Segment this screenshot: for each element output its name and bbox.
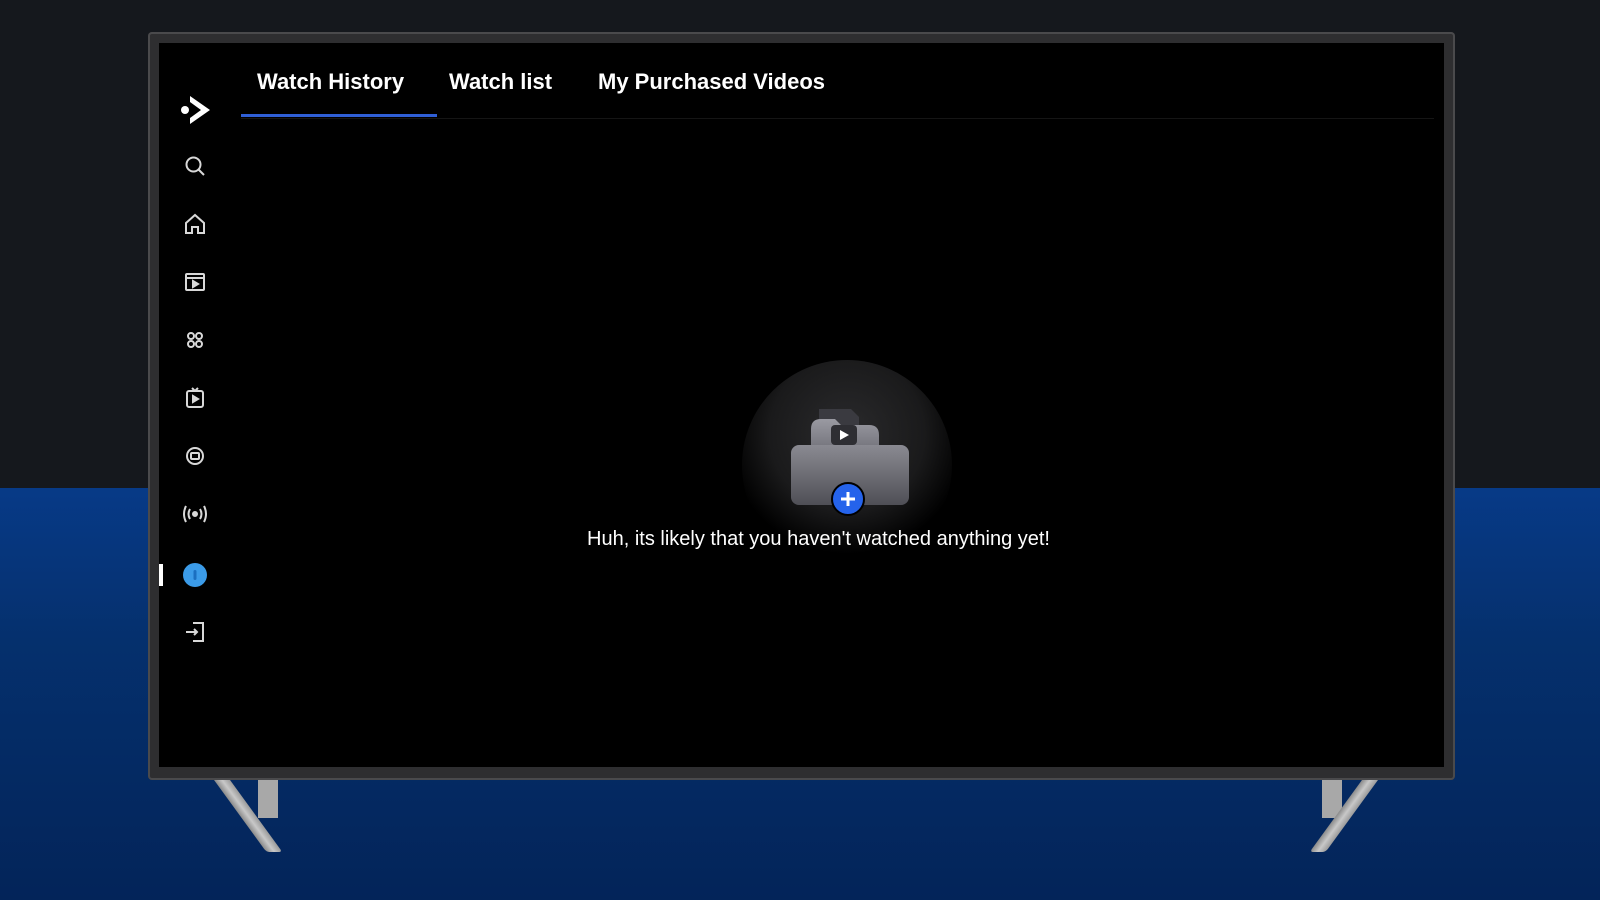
home-icon[interactable] xyxy=(181,210,209,238)
categories-icon[interactable] xyxy=(181,326,209,354)
search-icon[interactable] xyxy=(181,152,209,180)
empty-state-message: Huh, its likely that you haven't watched… xyxy=(587,528,1050,550)
tv-stand-left-mount xyxy=(258,778,278,818)
tab-watch-list[interactable]: Watch list xyxy=(449,69,552,95)
active-nav-indicator xyxy=(159,564,163,586)
shows-icon[interactable] xyxy=(181,384,209,412)
play-logo-icon[interactable] xyxy=(176,90,216,130)
tv-stand-right-leg xyxy=(1309,774,1383,852)
login-icon[interactable] xyxy=(181,618,209,646)
tv-frame: Watch History Watch list My Purchased Vi… xyxy=(148,32,1455,780)
tab-watch-history[interactable]: Watch History xyxy=(257,69,404,95)
sidebar-nav xyxy=(159,43,229,767)
profile-icon[interactable] xyxy=(181,561,209,589)
tv-screen: Watch History Watch list My Purchased Vi… xyxy=(159,43,1444,767)
tab-bar: Watch History Watch list My Purchased Vi… xyxy=(241,43,1434,119)
tab-my-purchased-videos[interactable]: My Purchased Videos xyxy=(598,69,825,95)
movies-icon[interactable] xyxy=(181,268,209,296)
live-broadcast-icon[interactable] xyxy=(181,500,209,528)
product-backdrop: Watch History Watch list My Purchased Vi… xyxy=(0,0,1600,900)
active-tab-underline xyxy=(241,114,437,117)
channels-icon[interactable] xyxy=(181,442,209,470)
folder-play-add-icon xyxy=(779,389,909,519)
